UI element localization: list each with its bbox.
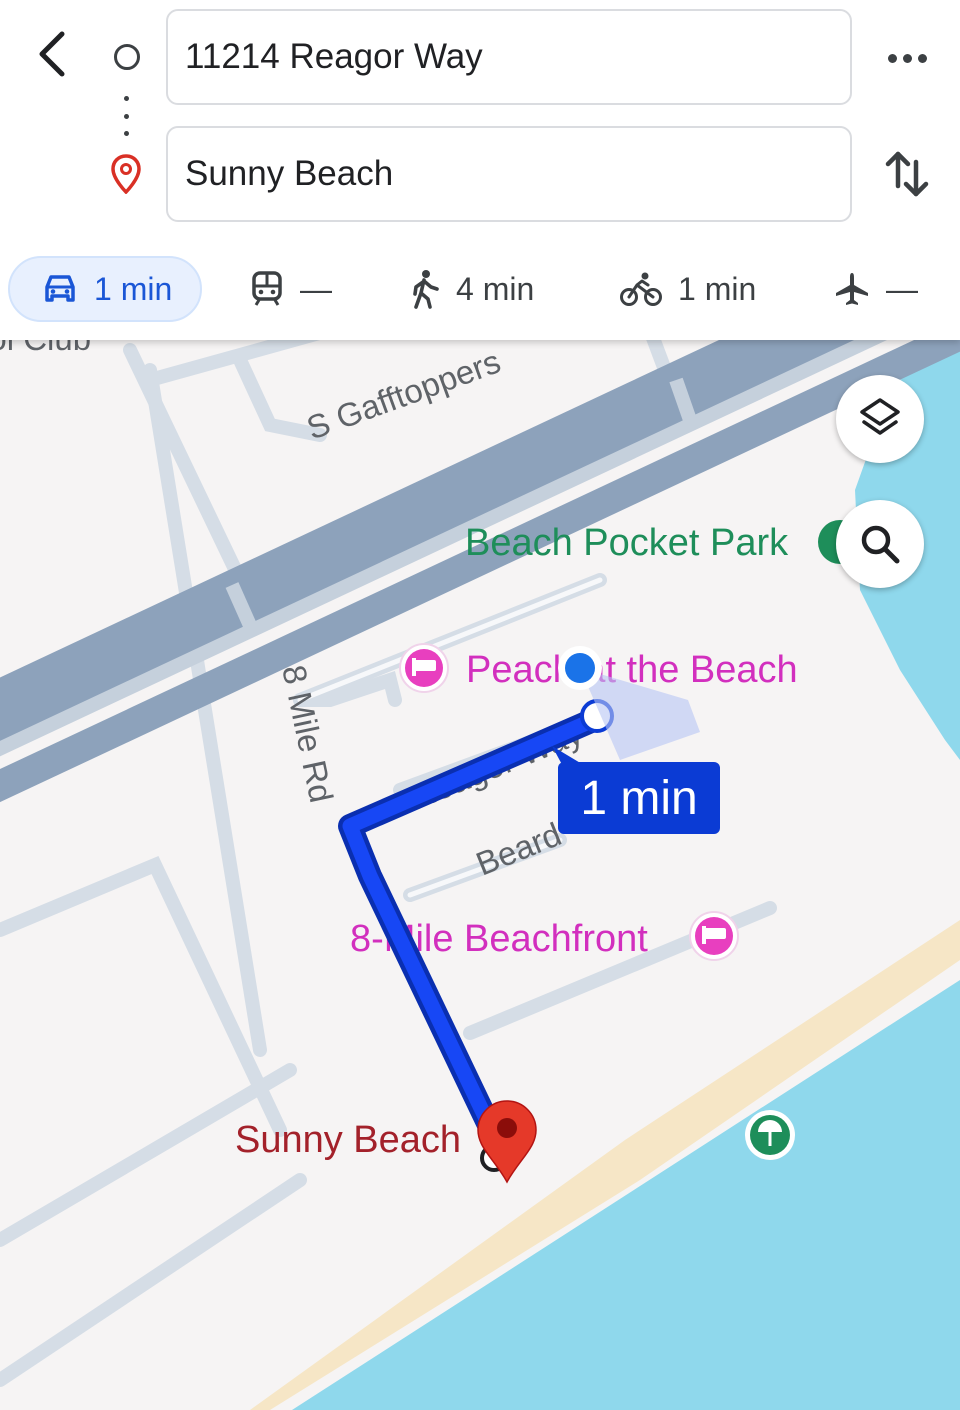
- more-dot: [902, 53, 912, 63]
- travel-mode-tabs: 1 min — 4 min 1 min —: [0, 256, 960, 326]
- airplane-icon: [836, 273, 868, 305]
- tab-walk-time: 4 min: [456, 270, 535, 307]
- label-beard: Beard: [471, 815, 567, 882]
- tab-transit-time: —: [300, 270, 332, 307]
- swap-vertical-button[interactable]: [880, 146, 934, 202]
- layers-icon: [860, 398, 900, 435]
- search-icon: [861, 525, 900, 564]
- train-icon: [252, 271, 282, 306]
- directions-panel: 11214 Reagor Way Sunny Beach 1 min — 4 m…: [0, 0, 960, 340]
- more-dot: [917, 53, 927, 63]
- origin-input-value: 11214 Reagor Way: [185, 37, 483, 76]
- highway: [0, 340, 960, 803]
- more-options-button[interactable]: [880, 36, 934, 80]
- tab-drive[interactable]: 1 min: [8, 256, 202, 322]
- origin-input[interactable]: 11214 Reagor Way: [166, 9, 852, 105]
- tab-drive-time: 1 min: [94, 270, 173, 307]
- swap-vertical-icon: [885, 151, 929, 197]
- hotel-marker-icon[interactable]: [399, 643, 449, 693]
- destination-pin-icon: [111, 154, 141, 194]
- eta-label: 1 min: [580, 771, 698, 825]
- road-minor: [646, 340, 672, 377]
- label-club: ool Club: [0, 340, 91, 357]
- walking-icon: [413, 270, 439, 309]
- back-button[interactable]: [26, 26, 78, 82]
- hotel-marker-icon[interactable]: [689, 911, 739, 961]
- beach-marker-icon[interactable]: [745, 1110, 795, 1160]
- destination-input-value: Sunny Beach: [185, 154, 394, 193]
- more-dot: [887, 53, 897, 63]
- map-canvas: ool Club S Gafftoppers 8 Mile Rd Reagor …: [0, 340, 960, 1410]
- origin-circle-icon: [114, 44, 140, 70]
- route-connector-dots: [124, 96, 130, 136]
- map-view[interactable]: ool Club S Gafftoppers 8 Mile Rd Reagor …: [0, 340, 960, 1410]
- tab-bike-time: 1 min: [678, 270, 757, 307]
- chevron-left-icon: [39, 31, 65, 77]
- poi-beach-pocket-park[interactable]: Beach Pocket Park: [465, 522, 789, 564]
- eta-callout-pointer: [552, 746, 582, 772]
- tab-bike[interactable]: 1 min: [620, 256, 756, 322]
- label-gafftoppers: S Gafftoppers: [302, 342, 505, 446]
- map-search-button[interactable]: [836, 500, 924, 588]
- bicycle-icon: [620, 272, 662, 306]
- layers-button[interactable]: [836, 375, 924, 463]
- car-icon: [45, 275, 75, 302]
- tab-flight[interactable]: —: [834, 256, 918, 322]
- tab-walk[interactable]: 4 min: [410, 256, 534, 322]
- destination-input[interactable]: Sunny Beach: [166, 126, 852, 222]
- tab-flight-time: —: [886, 270, 918, 307]
- destination-label: Sunny Beach: [235, 1119, 461, 1161]
- tab-transit[interactable]: —: [250, 256, 332, 322]
